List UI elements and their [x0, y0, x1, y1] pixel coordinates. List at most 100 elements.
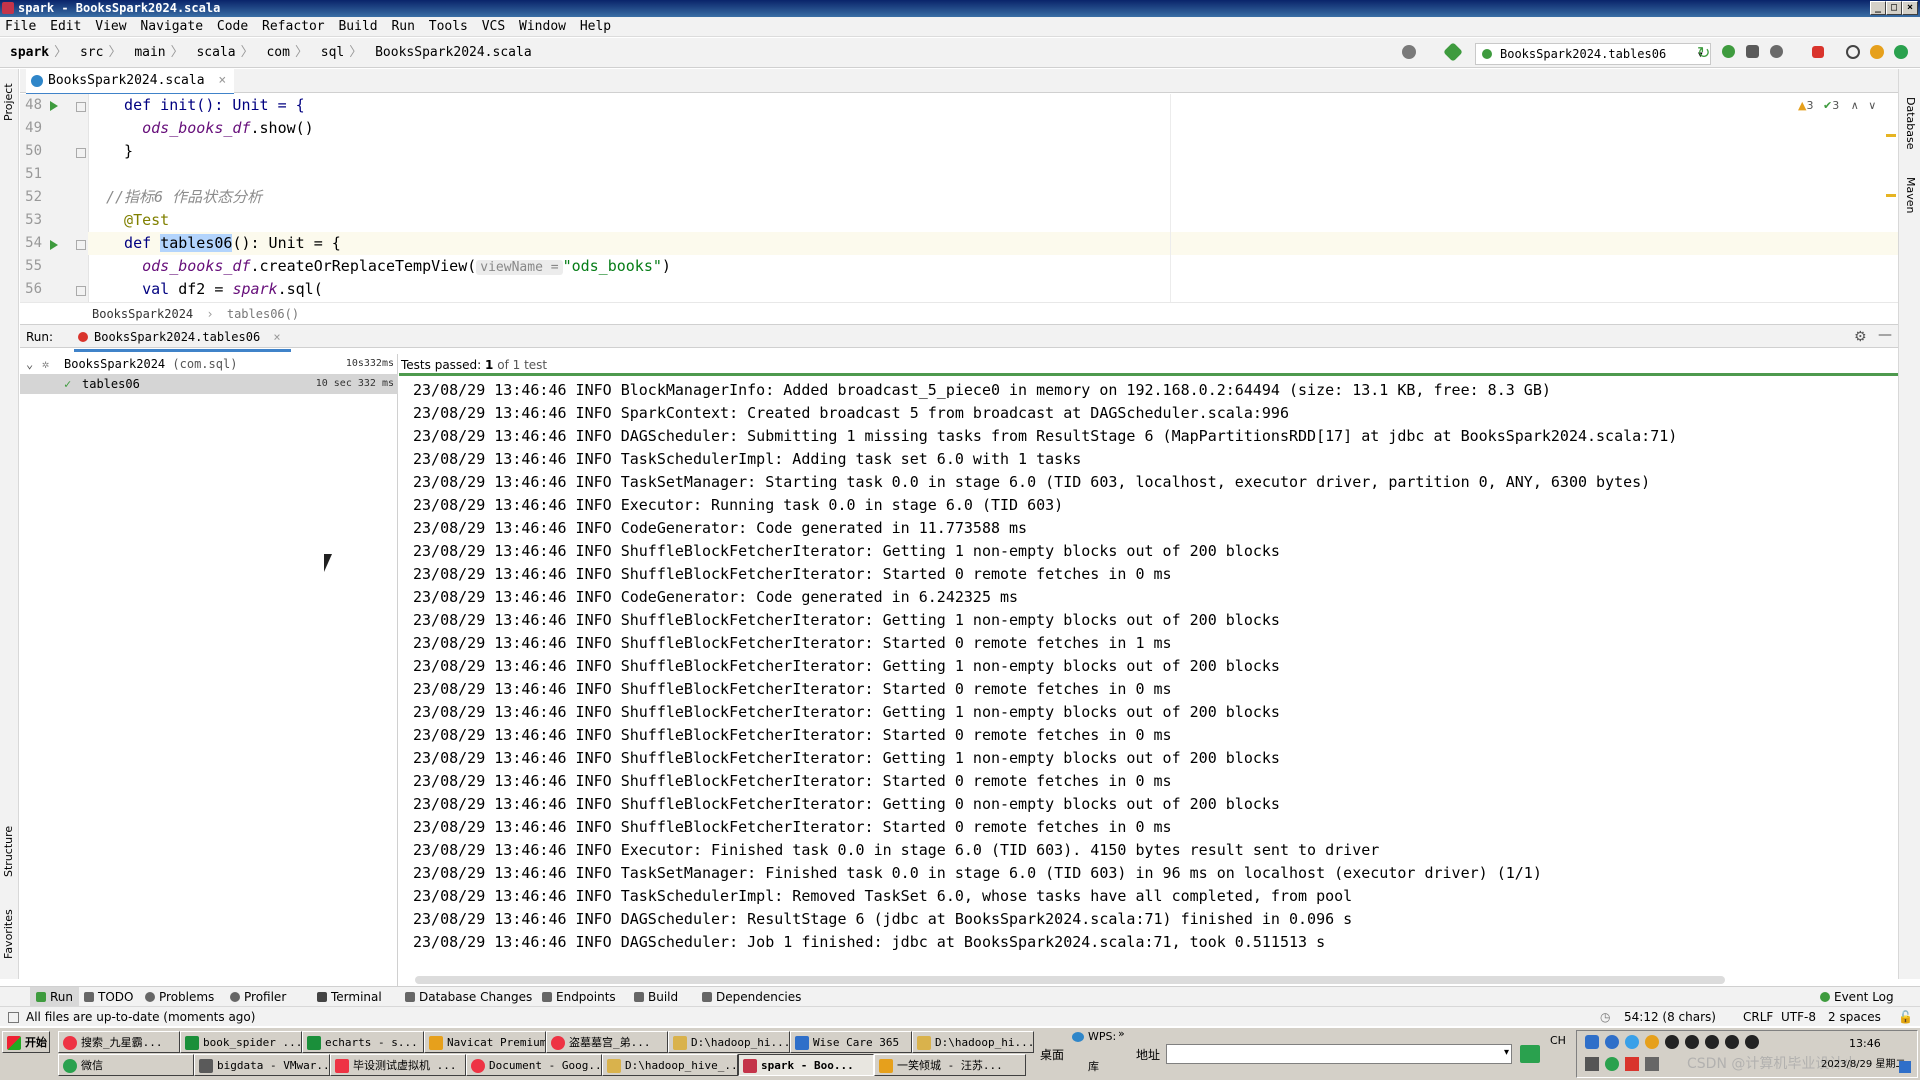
maximize-button[interactable]: □ [1886, 1, 1902, 15]
go-button[interactable] [1520, 1045, 1540, 1063]
structure-tool-button[interactable]: Structure [2, 826, 15, 877]
taskbar-item[interactable]: 搜索_九星霸... [58, 1031, 180, 1053]
taskbar-item[interactable]: 毕设测试虚拟机 ... [330, 1054, 466, 1076]
menu-window[interactable]: Window [514, 17, 571, 37]
todo-tool-button[interactable]: TODO [84, 987, 133, 1007]
indent-setting[interactable]: 2 spaces [1828, 1007, 1881, 1027]
search-icon[interactable] [1846, 45, 1860, 59]
taskbar-item[interactable]: book_spider ... [180, 1031, 302, 1053]
breadcrumb-scala[interactable]: scala [196, 45, 235, 60]
code-editor[interactable]: 48 49 50 51 52 53 54 55 56 def init(): U… [20, 94, 1898, 302]
menu-build[interactable]: Build [333, 17, 382, 37]
show-desktop-icon[interactable] [1899, 1061, 1911, 1073]
run-tool-button[interactable]: Run [30, 987, 80, 1007]
taskbar-item[interactable]: Document - Goog... [466, 1054, 602, 1076]
crumb-method[interactable]: tables06() [227, 307, 299, 321]
user-icon[interactable] [1402, 45, 1416, 59]
fold-icon[interactable] [76, 286, 86, 296]
menu-edit[interactable]: Edit [45, 17, 86, 37]
project-tool-button[interactable]: Project [2, 83, 15, 121]
breadcrumb-project[interactable]: spark [10, 45, 49, 60]
lock-icon[interactable]: 🔓 [1898, 1007, 1913, 1027]
clock-time[interactable]: 13:46 [1849, 1037, 1881, 1050]
clock-date[interactable]: 2023/8/29 星期二 [1821, 1055, 1905, 1070]
cloud-icon[interactable] [1625, 1035, 1639, 1049]
fold-icon[interactable] [76, 148, 86, 158]
chevron-down-icon[interactable]: ▾ [1504, 1047, 1509, 1058]
volume-icon[interactable] [1645, 1057, 1659, 1071]
favorites-tool-button[interactable]: Favorites [2, 909, 15, 959]
run-test-gutter-icon[interactable] [50, 240, 58, 250]
inspection-widget[interactable]: ▲3 ✔3 ∧ ∨ [1798, 99, 1876, 112]
taskbar-item-active[interactable]: spark - Boo... [738, 1054, 874, 1076]
more-chevron-icon[interactable]: » [1118, 1027, 1125, 1040]
breadcrumb-com[interactable]: com [266, 45, 289, 60]
profiler-tool-button[interactable]: Profiler [230, 987, 286, 1007]
menu-help[interactable]: Help [575, 17, 616, 37]
input-language[interactable]: CH [1550, 1034, 1566, 1047]
qq-icon[interactable] [1725, 1035, 1739, 1049]
previous-highlight-icon[interactable]: ∧ [1851, 99, 1859, 112]
taskbar-item[interactable]: 盗墓墓宫_弟... [546, 1031, 668, 1053]
test-suite-row[interactable]: ⌄ ✲ BooksSpark2024 (com.sql) 10s332ms [20, 354, 398, 374]
taskbar-item[interactable]: D:\hadoop_hi... [668, 1031, 790, 1053]
line-separator[interactable]: CRLF [1743, 1007, 1773, 1027]
update-icon[interactable] [1870, 45, 1884, 59]
menu-vcs[interactable]: VCS [477, 17, 510, 37]
breadcrumb-file[interactable]: BooksSpark2024.scala [375, 45, 532, 60]
horizontal-scrollbar[interactable] [415, 976, 1725, 984]
wps-cloud-icon[interactable] [1072, 1032, 1084, 1042]
qq-icon[interactable] [1685, 1035, 1699, 1049]
close-window-button[interactable]: × [1902, 1, 1918, 15]
error-stripe-mark[interactable] [1886, 134, 1896, 137]
taskbar-item[interactable]: 一笑倾城 - 汪苏... [874, 1054, 1026, 1076]
stop-icon[interactable] [1812, 46, 1824, 58]
breadcrumb-sql[interactable]: sql [321, 45, 344, 60]
tray-app-icon[interactable] [1625, 1057, 1639, 1071]
taskbar-item[interactable]: D:\hadoop_hi... [912, 1031, 1034, 1053]
expand-chevron-icon[interactable]: ⌄ [26, 354, 33, 374]
build-hammer-icon[interactable] [1443, 42, 1463, 62]
taskbar-item[interactable]: 微信 [58, 1054, 194, 1076]
menu-code[interactable]: Code [212, 17, 253, 37]
file-encoding[interactable]: UTF-8 [1781, 1007, 1816, 1027]
dependencies-tool-button[interactable]: Dependencies [702, 987, 801, 1007]
endpoints-tool-button[interactable]: Endpoints [542, 987, 616, 1007]
network-icon[interactable] [1585, 1057, 1599, 1071]
desktop-toolbar-label[interactable]: 桌面 [1040, 1046, 1064, 1063]
fold-icon[interactable] [76, 240, 86, 250]
run-tab[interactable]: BooksSpark2024.tables06 × [74, 325, 291, 352]
profile-icon[interactable] [1770, 45, 1783, 58]
close-tab-icon[interactable]: × [273, 330, 280, 344]
caret-position[interactable]: 54:12 (8 chars) [1624, 1007, 1716, 1027]
shield-icon[interactable] [1605, 1035, 1619, 1049]
breadcrumb-src[interactable]: src [80, 45, 103, 60]
menu-navigate[interactable]: Navigate [135, 17, 208, 37]
minimize-button[interactable]: _ [1870, 1, 1886, 15]
menu-file[interactable]: File [0, 17, 41, 37]
start-button[interactable]: 开始 [2, 1031, 50, 1053]
taskbar-item[interactable]: Navicat Premium [424, 1031, 546, 1053]
qq-icon[interactable] [1745, 1035, 1759, 1049]
taskbar-item[interactable]: bigdata - VMwar... [194, 1054, 330, 1076]
run-configuration-select[interactable]: BooksSpark2024.tables06 ▾ [1475, 43, 1711, 65]
terminal-tool-button[interactable]: Terminal [317, 987, 382, 1007]
plugin-icon[interactable] [1894, 45, 1908, 59]
editor-tab-bookspark[interactable]: BooksSpark2024.scala × [26, 69, 235, 96]
hide-panel-icon[interactable]: — [1878, 327, 1892, 343]
security-icon[interactable] [1585, 1035, 1599, 1049]
taskbar-item[interactable]: D:\hadoop_hive_... [602, 1054, 738, 1076]
problems-tool-button[interactable]: Problems [145, 987, 214, 1007]
fold-icon[interactable] [76, 102, 86, 112]
toggle-tool-windows-icon[interactable] [8, 1012, 19, 1023]
error-stripe-mark[interactable] [1886, 194, 1896, 197]
test-case-row[interactable]: ✓ tables06 10 sec 332 ms [20, 374, 398, 394]
wechat-tray-icon[interactable] [1605, 1057, 1619, 1071]
taskbar-item[interactable]: Wise Care 365 [790, 1031, 912, 1053]
address-input[interactable]: ▾ [1166, 1044, 1512, 1064]
menu-view[interactable]: View [90, 17, 131, 37]
console-output[interactable]: 23/08/29 13:46:46 INFO BlockManagerInfo:… [399, 379, 1885, 979]
memory-indicator-icon[interactable]: ◷ [1600, 1007, 1610, 1027]
rerun-icon[interactable]: ↻ [1697, 45, 1713, 61]
menu-run[interactable]: Run [386, 17, 419, 37]
